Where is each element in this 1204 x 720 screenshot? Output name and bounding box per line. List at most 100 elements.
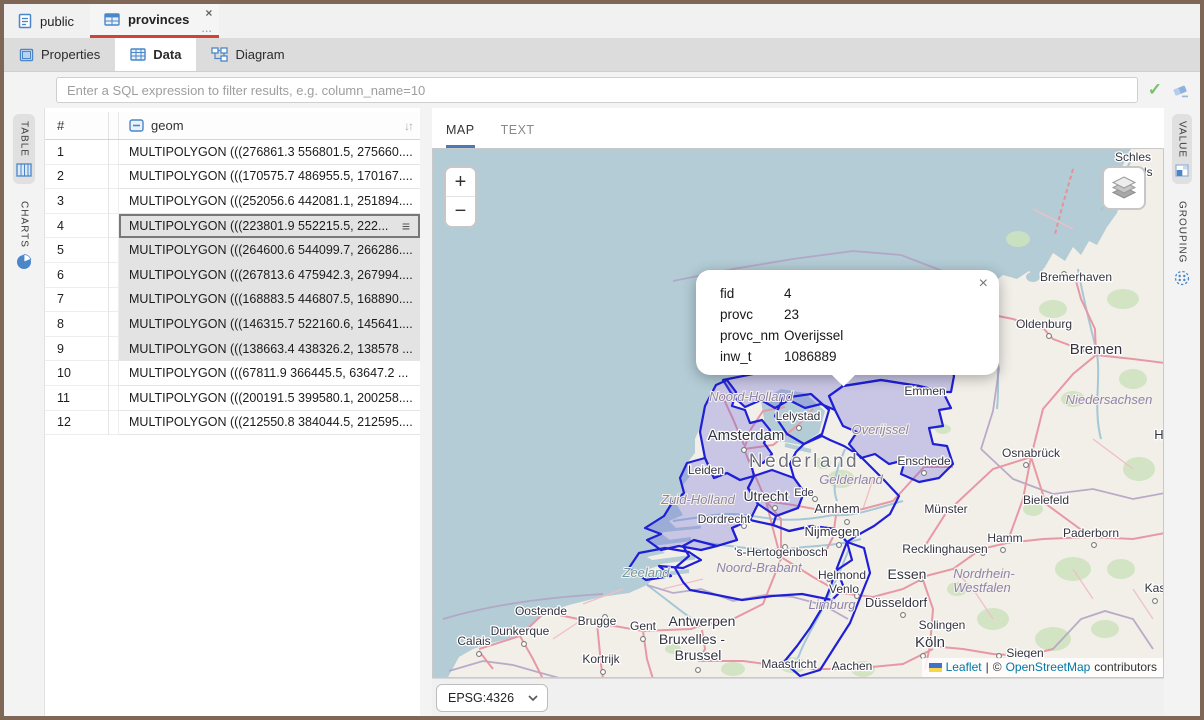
sort-icon[interactable]: ↓↑ <box>404 119 412 133</box>
chevron-down-icon <box>528 695 538 701</box>
osm-link[interactable]: OpenStreetMap <box>1006 660 1091 674</box>
cell-menu-icon[interactable]: ≡ <box>402 218 414 234</box>
presentation-rail: TABLE CHARTS <box>4 108 44 716</box>
geom-cell[interactable]: MULTIPOLYGON (((168883.5 446807.5, 16889… <box>119 288 420 313</box>
row-number-cell[interactable]: 7 <box>45 288 109 313</box>
table-row: 7 MULTIPOLYGON (((168883.5 446807.5, 1688… <box>45 288 420 313</box>
editor-tab-bar: public provinces × ... <box>4 4 1200 38</box>
row-number-cell[interactable]: 6 <box>45 263 109 288</box>
row-number-cell[interactable]: 11 <box>45 386 109 411</box>
rail-item-table[interactable]: TABLE <box>13 114 35 184</box>
svg-text:Utrecht: Utrecht <box>743 488 788 504</box>
svg-text:Nijmegen: Nijmegen <box>805 524 860 539</box>
svg-text:Arnhem: Arnhem <box>814 501 860 516</box>
popup-field-value: 23 <box>784 305 985 325</box>
zoom-control: + − <box>444 166 477 228</box>
row-number-cell[interactable]: 1 <box>45 140 109 165</box>
crs-select[interactable]: EPSG:4326 <box>436 684 548 712</box>
apply-filter-icon[interactable]: ✓ <box>1148 80 1162 100</box>
svg-text:Amsterdam: Amsterdam <box>708 427 785 444</box>
geom-cell[interactable]: MULTIPOLYGON (((223801.9 552215.5, 222..… <box>119 214 420 239</box>
properties-icon <box>19 48 34 62</box>
geom-cell[interactable]: MULTIPOLYGON (((138663.4 438326.2, 13857… <box>119 337 420 362</box>
row-number-cell[interactable]: 8 <box>45 312 109 337</box>
geom-column-header[interactable]: geom ↓↑ <box>119 112 420 139</box>
tab-data[interactable]: Data <box>115 38 196 71</box>
rail-label: GROUPING <box>1177 201 1188 263</box>
header-spacer <box>109 112 119 139</box>
row-spacer <box>109 263 119 288</box>
row-number-header[interactable]: # <box>45 112 109 139</box>
column-label: geom <box>151 118 184 133</box>
leaflet-link[interactable]: Leaflet <box>946 660 982 674</box>
table-row: 3 MULTIPOLYGON (((252056.6 442081.1, 2518… <box>45 189 420 214</box>
panel-splitter[interactable] <box>420 108 432 716</box>
row-spacer <box>109 386 119 411</box>
svg-text:Enschede: Enschede <box>897 454 951 468</box>
table-row: 11 MULTIPOLYGON (((200191.5 399580.1, 200… <box>45 386 420 411</box>
attribution-separator: | <box>986 660 989 674</box>
tab-more-icon[interactable]: ... <box>202 24 213 34</box>
rail-item-value[interactable]: VALUE <box>1172 114 1192 184</box>
sql-filter-input[interactable] <box>56 77 1138 103</box>
geom-cell[interactable]: MULTIPOLYGON (((212550.8 384044.5, 21259… <box>119 411 420 436</box>
contributors-label: contributors <box>1094 660 1157 674</box>
row-number-cell[interactable]: 10 <box>45 361 109 386</box>
row-number-cell[interactable]: 5 <box>45 238 109 263</box>
zoom-in-button[interactable]: + <box>446 168 475 197</box>
tab-label: provinces <box>128 12 189 27</box>
geom-cell[interactable]: MULTIPOLYGON (((264600.6 544099.7, 26628… <box>119 238 420 263</box>
data-grid: # geom ↓↑ 1 MULTIPOLYGON (((276861.3 5568… <box>44 108 420 716</box>
close-tab-icon[interactable]: × <box>205 6 212 20</box>
row-spacer <box>109 165 119 190</box>
row-spacer <box>109 238 119 263</box>
tab-text[interactable]: TEXT <box>501 123 535 148</box>
svg-text:Köln: Köln <box>915 634 945 651</box>
svg-text:Kas: Kas <box>1145 581 1164 595</box>
geom-cell[interactable]: MULTIPOLYGON (((267813.6 475942.3, 26799… <box>119 263 420 288</box>
row-number-cell[interactable]: 12 <box>45 411 109 436</box>
tab-public[interactable]: public <box>4 4 90 38</box>
svg-text:Bremen: Bremen <box>1070 341 1123 358</box>
svg-text:Dordrecht: Dordrecht <box>698 512 751 526</box>
rail-item-grouping[interactable]: GROUPING <box>1171 194 1193 292</box>
row-number-cell[interactable]: 3 <box>45 189 109 214</box>
geom-cell[interactable]: MULTIPOLYGON (((146315.7 522160.6, 14564… <box>119 312 420 337</box>
popup-field-label: provc <box>720 305 784 325</box>
svg-text:Nederland: Nederland <box>749 451 859 472</box>
row-number-cell[interactable]: 4 <box>45 214 109 239</box>
rail-item-charts[interactable]: CHARTS <box>13 194 35 277</box>
popup-field-label: fid <box>720 284 784 304</box>
eraser-icon[interactable] <box>1172 83 1190 98</box>
tab-provinces[interactable]: provinces × ... <box>90 4 219 38</box>
svg-text:Bremerhaven: Bremerhaven <box>1040 270 1112 284</box>
layers-control[interactable] <box>1102 166 1146 210</box>
tab-map[interactable]: MAP <box>446 123 475 148</box>
viewer-mode-tabs: MAP TEXT <box>432 108 1164 148</box>
map-footer: EPSG:4326 <box>432 678 1164 716</box>
crs-value: EPSG:4326 <box>448 691 514 705</box>
table-row: 5 MULTIPOLYGON (((264600.6 544099.7, 2662… <box>45 238 420 263</box>
leaflet-map[interactable]: AmsterdamUtrechtLelystadLeidenDordrechtA… <box>432 148 1164 678</box>
geom-cell[interactable]: MULTIPOLYGON (((170575.7 486955.5, 17016… <box>119 165 420 190</box>
popup-field-value: 1086889 <box>784 347 985 367</box>
geom-cell[interactable]: MULTIPOLYGON (((252056.6 442081.1, 25189… <box>119 189 420 214</box>
row-number-cell[interactable]: 9 <box>45 337 109 362</box>
row-number-cell[interactable]: 2 <box>45 165 109 190</box>
geom-cell[interactable]: MULTIPOLYGON (((200191.5 399580.1, 20025… <box>119 386 420 411</box>
svg-text:Overijssel: Overijssel <box>851 422 909 437</box>
geom-cell[interactable]: MULTIPOLYGON (((67811.9 366445.5, 63647.… <box>119 361 420 386</box>
popup-close-icon[interactable]: × <box>979 276 988 292</box>
svg-text:Leiden: Leiden <box>688 463 724 477</box>
svg-text:Emmen: Emmen <box>904 384 945 398</box>
diagram-icon <box>211 47 228 62</box>
zoom-out-button[interactable]: − <box>446 197 475 226</box>
geom-cell[interactable]: MULTIPOLYGON (((276861.3 556801.5, 27566… <box>119 140 420 165</box>
tab-properties[interactable]: Properties <box>4 38 115 71</box>
row-spacer <box>109 189 119 214</box>
rail-label: TABLE <box>19 121 30 157</box>
tab-diagram[interactable]: Diagram <box>196 38 299 71</box>
table-icon <box>104 13 120 26</box>
map-attribution: Leaflet | © OpenStreetMap contributors <box>922 658 1163 677</box>
copyright-symbol: © <box>993 660 1002 674</box>
